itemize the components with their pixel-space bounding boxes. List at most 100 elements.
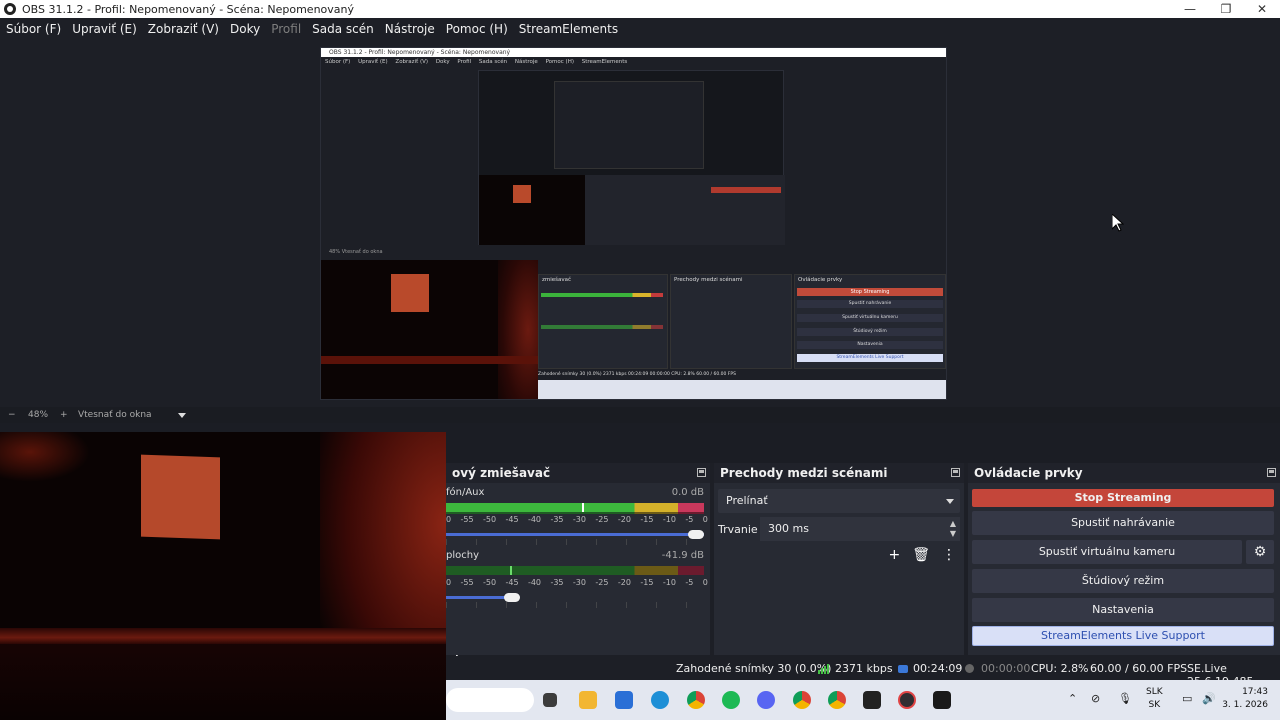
menu-streamelements[interactable]: StreamElements <box>519 22 618 36</box>
mini-stop-streaming: Stop Streaming <box>797 288 943 296</box>
chrome-profile-icon[interactable] <box>793 691 811 709</box>
preview-mini-title: OBS 31.1.2 - Profil: Nepomenovaný - Scén… <box>321 48 946 57</box>
zoom-out-button[interactable]: − <box>8 410 22 420</box>
audio-mixer-dock: ový zmiešavač fón/Aux 0.0 dB 0 -55 -50 -… <box>446 463 710 669</box>
window-title: OBS 31.1.2 - Profil: Nepomenovaný - Scén… <box>22 2 355 16</box>
scale-tick: -20 <box>617 515 631 524</box>
menu-tools[interactable]: Nástroje <box>385 22 435 36</box>
obs-window: OBS 31.1.2 - Profil: Nepomenovaný - Scén… <box>0 0 1280 720</box>
mouse-cursor-icon <box>1112 214 1124 232</box>
fader-knob[interactable] <box>504 593 520 602</box>
preview-canvas[interactable]: OBS 31.1.2 - Profil: Nepomenovaný - Scén… <box>320 47 947 400</box>
mini-mixer-title: zmiešavač <box>542 277 572 283</box>
menu-view[interactable]: Zobraziť (V) <box>148 22 219 36</box>
mini-menu-item: Upraviť (E) <box>358 59 388 65</box>
volume-meter <box>446 503 704 512</box>
controls-title: Ovládacie prvky <box>974 466 1083 480</box>
lang-code: SLK <box>1146 687 1163 697</box>
mini-se-support: StreamElements Live Support <box>797 354 943 362</box>
add-transition-icon[interactable]: + <box>888 547 900 563</box>
scale-tick: -50 <box>482 515 497 524</box>
webcam-overlay <box>0 432 446 720</box>
scale-tick: 0 <box>702 578 708 587</box>
scale-tick: -40 <box>527 515 542 524</box>
edge-icon[interactable] <box>651 691 669 709</box>
store-icon[interactable] <box>615 691 633 709</box>
network-off-icon[interactable]: ⊘ <box>1091 692 1100 705</box>
obs-logo-icon <box>4 3 16 15</box>
file-explorer-icon[interactable] <box>579 691 597 709</box>
volume-fader[interactable] <box>446 530 704 539</box>
scale-tick: -20 <box>617 578 631 587</box>
scale-tick: -30 <box>572 578 586 587</box>
chrome-profile-icon[interactable] <box>828 691 846 709</box>
terminal-icon[interactable] <box>933 691 951 709</box>
mini-menu-item: Súbor (F) <box>325 59 351 65</box>
discord-icon[interactable] <box>757 691 775 709</box>
network-strength-icon <box>818 664 830 674</box>
menu-bar: Súbor (F) Upraviť (E) Zobraziť (V) Doky … <box>0 18 1280 40</box>
preview-area[interactable]: OBS 31.1.2 - Profil: Nepomenovaný - Scén… <box>0 40 1280 407</box>
transition-select[interactable]: Prelínať <box>718 489 960 513</box>
duration-spinner[interactable]: ▲ ▼ <box>950 519 956 539</box>
speaker-icon[interactable]: 🔊 <box>1202 692 1216 705</box>
undock-icon[interactable] <box>697 468 706 477</box>
start-virtual-camera-button[interactable]: Spustiť virtuálnu kameru <box>972 540 1242 564</box>
track-db: 0.0 dB <box>671 487 704 498</box>
keyboard-language[interactable]: SLK SK <box>1146 686 1163 712</box>
bitrate: 2371 kbps <box>835 662 893 675</box>
minimize-button[interactable]: — <box>1172 0 1208 18</box>
stop-streaming-button[interactable]: Stop Streaming <box>972 489 1274 507</box>
scale-tick: 0 <box>446 515 452 524</box>
chevron-down-icon[interactable] <box>178 412 186 418</box>
streamelements-support-button[interactable]: StreamElements Live Support <box>972 626 1274 646</box>
status-bar: Zahodené snímky 30 (0.0%) 2371 kbps 00:2… <box>446 656 1280 688</box>
display-icon[interactable]: ▭ <box>1182 692 1192 705</box>
scale-tick: -10 <box>662 515 676 524</box>
obs-taskbar-icon[interactable] <box>898 691 916 709</box>
zoom-mode-select[interactable]: Vtesnať do okna <box>78 410 178 420</box>
zoom-in-button[interactable]: + <box>60 410 72 420</box>
taskbar-clock[interactable]: 17:43 3. 1. 2026 <box>1222 686 1268 712</box>
tray-chevron-up-icon[interactable]: ⌃ <box>1068 692 1077 705</box>
chrome-icon[interactable] <box>687 691 705 709</box>
undock-icon[interactable] <box>951 468 960 477</box>
undock-icon[interactable] <box>1267 468 1276 477</box>
fader-knob[interactable] <box>688 530 704 539</box>
studio-mode-button[interactable]: Štúdiový režim <box>972 569 1274 593</box>
more-options-icon[interactable]: ⋮ <box>942 547 956 563</box>
taskbar-search[interactable] <box>446 688 534 712</box>
menu-help[interactable]: Pomoc (H) <box>446 22 508 36</box>
mini-transitions-title: Prechody medzi scénami <box>674 277 743 283</box>
mini-transitions-dock: Prechody medzi scénami <box>670 274 792 369</box>
mini-menu-item: Profil <box>457 59 472 65</box>
clock-date: 3. 1. 2026 <box>1222 700 1268 710</box>
trash-icon[interactable]: 🗑 <box>912 547 930 563</box>
menu-file[interactable]: Súbor (F) <box>6 22 61 36</box>
clock-time: 17:43 <box>1242 687 1268 697</box>
spotify-icon[interactable] <box>722 691 740 709</box>
mini-menu-item: Sada scén <box>478 59 508 65</box>
menu-scene-collection[interactable]: Sada scén <box>312 22 374 36</box>
duration-input[interactable]: 300 ms ▲ ▼ <box>760 517 960 541</box>
track-name: fón/Aux <box>446 487 485 498</box>
app-icon[interactable] <box>863 691 881 709</box>
menu-edit[interactable]: Upraviť (E) <box>72 22 137 36</box>
microphone-icon[interactable]: 🎙 <box>1118 692 1132 705</box>
task-view-icon[interactable] <box>543 693 557 707</box>
track-db: -41.9 dB <box>661 550 704 561</box>
dropped-frames: Zahodené snímky 30 (0.0%) <box>676 662 832 675</box>
scale-tick: -55 <box>460 578 474 587</box>
menu-profile: Profil <box>271 22 302 36</box>
menu-docks[interactable]: Doky <box>230 22 260 36</box>
mini-menu-item: Nástroje <box>514 59 538 65</box>
maximize-button[interactable]: ❐ <box>1208 0 1244 18</box>
gear-icon[interactable]: ⚙ <box>1246 540 1274 564</box>
camera-orange-box <box>141 454 220 540</box>
close-button[interactable]: ✕ <box>1244 0 1280 18</box>
start-recording-button[interactable]: Spustiť nahrávanie <box>972 511 1274 535</box>
scale-tick: -35 <box>550 578 564 587</box>
volume-fader[interactable] <box>446 593 520 602</box>
settings-button[interactable]: Nastavenia <box>972 598 1274 622</box>
mini-mixer-dock: zmiešavač <box>538 274 668 369</box>
